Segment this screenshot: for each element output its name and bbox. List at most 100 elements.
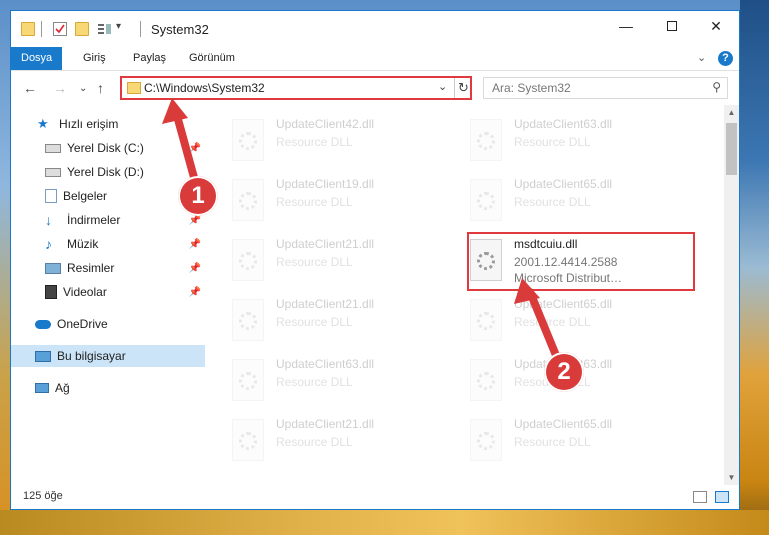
file-item[interactable]: UpdateClient63.dll Resource DLL xyxy=(232,355,452,411)
file-description: Resource DLL xyxy=(514,135,591,149)
dll-file-icon xyxy=(232,239,264,281)
separator xyxy=(41,21,42,37)
file-item[interactable]: UpdateClient65.dll Resource DLL xyxy=(470,295,690,351)
pin-icon[interactable]: 📌 xyxy=(189,143,201,154)
file-name: UpdateClient19.dll xyxy=(276,177,375,191)
up-arrow-icon[interactable]: ↑ xyxy=(97,80,104,96)
file-name: UpdateClient21.dll xyxy=(276,237,375,251)
close-icon: ✕ xyxy=(710,17,722,34)
sidebar-item-label: OneDrive xyxy=(57,317,108,331)
sidebar-item-label: Bu bilgisayar xyxy=(57,349,126,363)
sidebar-item-label: Yerel Disk (D:) xyxy=(67,165,144,179)
file-item[interactable]: UpdateClient65.dll Resource DLL xyxy=(470,415,690,471)
chevron-down-icon[interactable]: ⌄ xyxy=(438,80,447,93)
dll-file-icon xyxy=(470,419,502,461)
file-item[interactable]: UpdateClient21.dll Resource DLL xyxy=(232,415,452,471)
vertical-scrollbar[interactable]: ▲ ▼ xyxy=(724,105,739,485)
sidebar-item-music[interactable]: ♪ Müzik 📌 xyxy=(11,233,205,255)
sidebar-item-label: Ağ xyxy=(55,381,70,395)
computer-icon xyxy=(35,350,51,362)
sidebar-item-onedrive[interactable]: OneDrive xyxy=(11,313,205,335)
star-icon: ★ xyxy=(37,116,49,131)
recent-locations-icon[interactable]: ⌄ xyxy=(79,83,87,94)
search-placeholder: Ara: System32 xyxy=(492,81,571,95)
customize-toolbar-icon[interactable] xyxy=(97,22,113,36)
file-name: UpdateClient65.dll xyxy=(514,177,613,191)
sidebar-item-network[interactable]: Ağ xyxy=(11,377,205,399)
scroll-up-icon[interactable]: ▲ xyxy=(724,105,739,120)
scrollbar-thumb[interactable] xyxy=(726,123,737,175)
pin-icon[interactable]: 📌 xyxy=(189,215,201,226)
file-description: Resource DLL xyxy=(514,195,591,209)
sidebar-item-downloads[interactable]: ↓ İndirmeler 📌 xyxy=(11,209,205,231)
tab-share[interactable]: Paylaş xyxy=(123,47,176,70)
dll-file-icon xyxy=(232,179,264,221)
sidebar-item-local-disk-d[interactable]: Yerel Disk (D:) xyxy=(11,161,205,183)
file-list: UpdateClient42.dll Resource DLL UpdateCl… xyxy=(208,105,724,485)
minimize-button[interactable]: — xyxy=(603,11,649,41)
navigation-bar: ← → ⌄ ↑ C:\Windows\System32 ⌄ ↻ Ara: Sys… xyxy=(11,72,739,104)
step-1-badge: 1 xyxy=(178,176,218,216)
forward-arrow-icon[interactable]: → xyxy=(53,80,67,96)
tab-home[interactable]: Giriş xyxy=(73,47,116,70)
dll-file-icon xyxy=(232,299,264,341)
status-bar: 125 öğe xyxy=(11,485,739,509)
item-count: 125 öğe xyxy=(23,490,63,502)
file-item[interactable]: UpdateClient19.dll Resource DLL xyxy=(232,175,452,231)
file-item[interactable]: UpdateClient63.dll Resource DLL xyxy=(470,115,690,171)
sidebar-item-local-disk-c[interactable]: Yerel Disk (C:) 📌 xyxy=(11,137,205,159)
separator xyxy=(140,21,141,37)
file-name: UpdateClient65.dll xyxy=(514,297,613,311)
videos-icon xyxy=(45,285,57,299)
close-button[interactable]: ✕ xyxy=(693,11,739,41)
sidebar-item-documents[interactable]: Belgeler xyxy=(11,185,205,207)
file-name: UpdateClient63.dll xyxy=(514,117,613,131)
dll-file-icon xyxy=(470,119,502,161)
refresh-icon[interactable]: ↻ xyxy=(454,78,472,98)
help-icon[interactable]: ? xyxy=(718,51,733,66)
sidebar-item-label: İndirmeler xyxy=(67,213,121,227)
quick-access-dropdown-icon[interactable]: ▾ xyxy=(116,21,121,32)
file-description: Resource DLL xyxy=(276,315,353,329)
sidebar-item-this-pc[interactable]: Bu bilgisayar xyxy=(11,345,205,367)
file-item[interactable]: UpdateClient21.dll Resource DLL xyxy=(232,295,452,351)
sidebar-item-label: Müzik xyxy=(67,237,99,251)
properties-icon[interactable] xyxy=(53,22,67,36)
address-path: C:\Windows\System32 xyxy=(144,81,265,95)
back-arrow-icon[interactable]: ← xyxy=(23,80,37,96)
sidebar-item-videos[interactable]: Videolar 📌 xyxy=(11,281,205,303)
sidebar-item-label: Belgeler xyxy=(63,189,108,203)
sidebar-item-quick-access[interactable]: ★ Hızlı erişim xyxy=(11,113,205,135)
drive-icon xyxy=(45,143,61,153)
pin-icon[interactable]: 📌 xyxy=(189,263,201,274)
pin-icon[interactable]: 📌 xyxy=(189,287,201,298)
tab-file[interactable]: Dosya xyxy=(11,47,63,70)
downloads-icon: ↓ xyxy=(45,212,52,228)
minimize-icon: — xyxy=(619,18,633,34)
sidebar-item-pictures[interactable]: Resimler 📌 xyxy=(11,257,205,279)
search-icon: ⚲ xyxy=(712,80,721,94)
ribbon-tabs: Dosya Giriş Paylaş Görünüm ⌄ ? xyxy=(11,47,739,71)
drive-icon xyxy=(45,167,61,177)
navigation-pane: ★ Hızlı erişim Yerel Disk (C:) 📌 Yerel D… xyxy=(11,105,207,485)
folder-icon[interactable] xyxy=(21,22,35,36)
desktop-wallpaper-bottom xyxy=(0,510,769,535)
expand-ribbon-icon[interactable]: ⌄ xyxy=(697,51,706,64)
large-icons-view-icon[interactable] xyxy=(715,491,729,503)
file-description: Resource DLL xyxy=(276,435,353,449)
file-description: Resource DLL xyxy=(276,135,353,149)
new-folder-icon[interactable] xyxy=(75,22,89,36)
dll-file-icon xyxy=(232,359,264,401)
search-box[interactable]: Ara: System32 ⚲ xyxy=(483,77,728,99)
file-name: UpdateClient21.dll xyxy=(276,417,375,431)
details-view-icon[interactable] xyxy=(693,491,707,503)
tab-view[interactable]: Görünüm xyxy=(179,47,245,70)
file-item[interactable]: UpdateClient42.dll Resource DLL xyxy=(232,115,452,171)
address-bar[interactable]: C:\Windows\System32 ⌄ ↻ xyxy=(120,76,472,100)
scroll-down-icon[interactable]: ▼ xyxy=(724,470,739,485)
file-item[interactable]: UpdateClient65.dll Resource DLL xyxy=(470,175,690,231)
file-item[interactable]: UpdateClient21.dll Resource DLL xyxy=(232,235,452,291)
maximize-button[interactable] xyxy=(649,11,695,41)
pin-icon[interactable]: 📌 xyxy=(189,239,201,250)
dll-file-icon xyxy=(470,359,502,401)
